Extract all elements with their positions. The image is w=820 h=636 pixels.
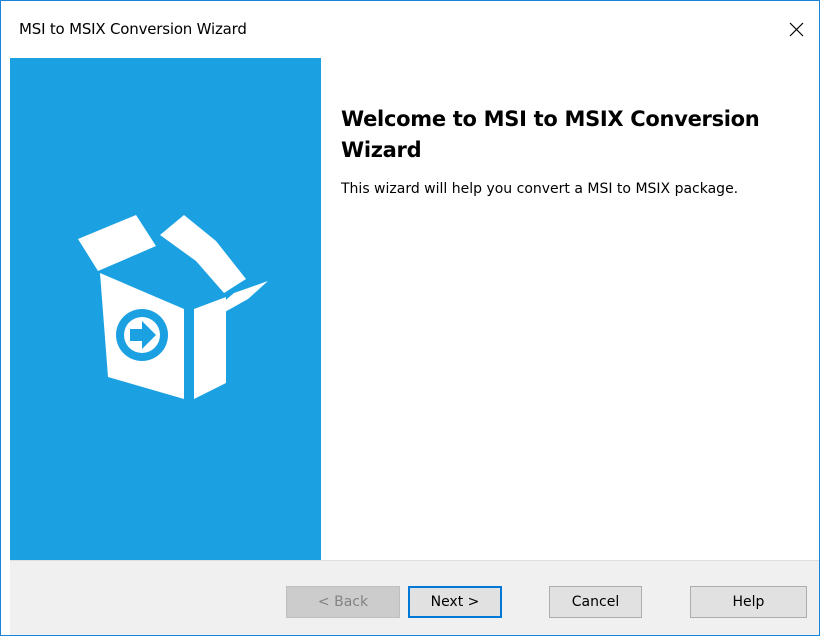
button-bar: < Back Next > Cancel Help (10, 560, 819, 635)
help-button[interactable]: Help (690, 586, 807, 618)
close-icon (789, 22, 803, 37)
welcome-description: This wizard will help you convert a MSI … (341, 181, 739, 197)
package-convert-icon (78, 215, 268, 399)
close-button[interactable] (773, 1, 819, 58)
next-button[interactable]: Next > (408, 586, 502, 618)
window-title: MSI to MSIX Conversion Wizard (19, 20, 247, 38)
back-button[interactable]: < Back (286, 586, 400, 618)
welcome-heading: Welcome to MSI to MSIX Conversion Wizard (341, 107, 760, 162)
wizard-window: MSI to MSIX Conversion Wizard Welcome to… (0, 0, 820, 636)
cancel-button[interactable]: Cancel (549, 586, 642, 618)
title-bar: MSI to MSIX Conversion Wizard (1, 1, 819, 58)
welcome-content: Welcome to MSI to MSIX Conversion Wizard… (321, 58, 818, 560)
wizard-banner-panel (10, 58, 321, 560)
